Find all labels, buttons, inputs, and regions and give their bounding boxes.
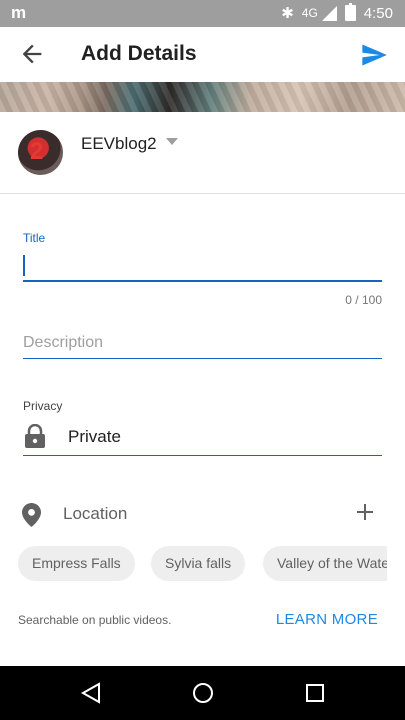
- status-bar: m ✱ 4G 4:50: [0, 0, 405, 27]
- location-chip[interactable]: Valley of the Waters: [263, 546, 387, 581]
- account-name: EEVblog2: [81, 134, 157, 153]
- network-type: 4G: [301, 6, 318, 20]
- page-title: Add Details: [81, 42, 197, 65]
- privacy-value: Private: [68, 427, 121, 446]
- add-icon[interactable]: [353, 500, 377, 524]
- privacy-label: Privacy: [23, 399, 63, 413]
- avatar-mark: 2: [30, 138, 44, 165]
- title-char-count: 0 / 100: [345, 293, 382, 307]
- toolbar: Add Details: [0, 27, 405, 82]
- back-arrow-icon[interactable]: [18, 40, 46, 68]
- title-label: Title: [23, 231, 46, 245]
- signal-icon: [321, 5, 337, 21]
- lock-icon: [25, 424, 45, 448]
- avatar: 2: [18, 130, 63, 175]
- account-selector[interactable]: 2 EEVblog2: [0, 112, 405, 194]
- location-label: Location: [63, 504, 128, 523]
- send-icon[interactable]: [360, 41, 388, 69]
- location-pin-icon: [22, 503, 41, 527]
- location-row[interactable]: Location: [0, 494, 405, 534]
- location-chip[interactable]: Empress Falls: [18, 546, 135, 581]
- battery-icon: [344, 3, 356, 21]
- navigation-bar: [0, 666, 405, 720]
- clock: 4:50: [363, 4, 393, 22]
- nav-home-icon[interactable]: [192, 682, 214, 704]
- text-cursor: [23, 255, 25, 276]
- dropdown-caret-icon[interactable]: [166, 138, 178, 145]
- location-suggestions: Empress Falls Sylvia falls Valley of the…: [18, 546, 387, 582]
- location-chip[interactable]: Sylvia falls: [151, 546, 246, 581]
- status-icons: ✱ 4G 4:50: [281, 3, 393, 22]
- bluetooth-icon: ✱: [281, 5, 294, 22]
- description-input[interactable]: Description: [23, 331, 382, 359]
- app-notification-icon: m: [11, 3, 27, 22]
- nav-back-icon[interactable]: [80, 682, 102, 704]
- learn-more-link[interactable]: LEARN MORE: [276, 611, 378, 628]
- nav-recents-icon[interactable]: [305, 683, 325, 703]
- privacy-selector[interactable]: Private: [23, 420, 382, 456]
- searchable-note: Searchable on public videos.: [18, 613, 172, 627]
- title-input[interactable]: [23, 248, 382, 282]
- video-thumbnail: [0, 82, 405, 112]
